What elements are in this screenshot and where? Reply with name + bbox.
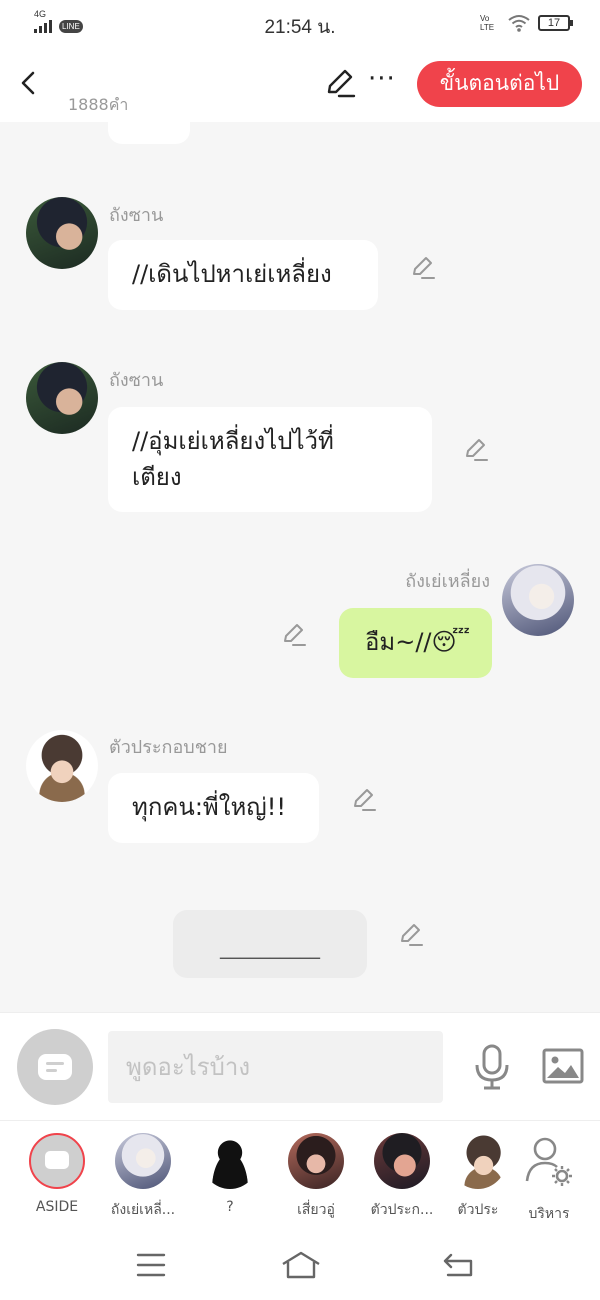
message-bubble[interactable]: //อุ่มเย่เหลี่ยงไปไว้ที่ เตียง — [108, 407, 432, 512]
back-icon[interactable] — [442, 1252, 474, 1278]
chat-area[interactable]: ถังซาน //เดินไปหาเย่เหลี่ยง ถังซาน //อุ่… — [0, 122, 600, 1012]
volte-label: Vo LTE — [480, 14, 495, 32]
message-bubble[interactable]: ทุกคน:พี่ใหญ่!! — [108, 773, 319, 843]
speaker-avatar[interactable] — [502, 564, 574, 636]
edit-message-icon[interactable] — [281, 622, 307, 648]
word-count: 1888คำ — [68, 95, 129, 114]
aside-toggle-button[interactable] — [17, 1029, 93, 1105]
status-icons: Vo LTE 17 — [480, 14, 573, 32]
edit-message-icon[interactable] — [463, 437, 489, 463]
role-label: ถังเย่เหลี่... — [110, 1202, 176, 1218]
composer — [0, 1012, 600, 1120]
system-nav-bar — [0, 1230, 600, 1300]
role-character[interactable]: ? — [188, 1133, 272, 1215]
image-picker-icon[interactable] — [542, 1047, 584, 1085]
role-character[interactable]: ถังเย่เหลี่... — [101, 1133, 185, 1221]
next-step-button[interactable]: ขั้นตอนต่อไป — [417, 61, 582, 107]
character-avatar — [374, 1133, 430, 1189]
speaker-avatar[interactable] — [26, 362, 98, 434]
role-label: ASIDE — [35, 1199, 79, 1215]
role-label: เสี่ยวอู่ — [297, 1202, 335, 1218]
role-label: ? — [226, 1199, 234, 1215]
role-character[interactable]: ตัวประก... — [360, 1133, 444, 1221]
message-text: //อุ่มเย่เหลี่ยงไปไว้ที่ — [132, 427, 334, 455]
aside-bubble-text: __________ — [220, 935, 320, 959]
manage-roles-button[interactable]: บริหาร — [507, 1133, 591, 1225]
edit-pencil-icon[interactable] — [324, 68, 356, 100]
character-avatar — [115, 1133, 171, 1189]
manage-user-gear-icon — [525, 1137, 572, 1186]
edit-message-icon[interactable] — [398, 922, 424, 948]
role-aside[interactable]: ASIDE — [15, 1133, 99, 1215]
aside-icon — [29, 1133, 85, 1189]
message-text: อืม~// — [365, 628, 432, 656]
back-arrow-icon[interactable] — [14, 68, 44, 98]
wifi-icon — [508, 15, 530, 32]
message-bubble[interactable]: //เดินไปหาเย่เหลี่ยง — [108, 240, 378, 310]
message-text: //เดินไปหาเย่เหลี่ยง — [132, 260, 332, 288]
speaker-avatar[interactable] — [26, 197, 98, 269]
menu-icon[interactable] — [136, 1252, 166, 1278]
edit-message-icon[interactable] — [410, 255, 436, 281]
message-bubble-self[interactable]: อืม~//😴 — [339, 608, 492, 678]
role-character[interactable]: เสี่ยวอู่ — [274, 1133, 358, 1221]
message-text: เตียง — [132, 463, 182, 491]
status-bar: 4G LINE 21:54 น. Vo LTE 17 — [0, 0, 600, 48]
role-label: ตัวประก... — [370, 1202, 434, 1218]
role-label: บริหาร — [528, 1206, 570, 1222]
aside-icon — [38, 1054, 72, 1080]
silhouette-avatar — [202, 1133, 258, 1189]
character-avatar — [450, 1133, 506, 1189]
speaker-name: ตัวประกอบชาย — [109, 737, 228, 758]
more-options-icon[interactable]: ··· — [368, 64, 396, 94]
character-avatar — [288, 1133, 344, 1189]
character-selector: ASIDE ถังเย่เหลี่... ? เสี่ยวอู่ ตัวประก… — [0, 1120, 600, 1230]
microphone-icon[interactable] — [472, 1043, 512, 1091]
speaker-avatar[interactable] — [26, 730, 98, 802]
message-input[interactable] — [108, 1031, 443, 1103]
message-text: ทุกคน:พี่ใหญ่!! — [132, 793, 286, 821]
aside-bubble[interactable]: __________ — [173, 910, 367, 978]
message-bubble-partial — [108, 122, 190, 144]
speaker-name: ถังเย่เหลี่ยง — [405, 571, 490, 592]
battery-icon: 17 — [538, 15, 573, 31]
home-icon[interactable] — [280, 1250, 322, 1280]
speaker-name: ถังซาน — [109, 370, 164, 391]
edit-message-icon[interactable] — [351, 787, 377, 813]
speaker-name: ถังซาน — [109, 205, 164, 226]
top-bar: 1888คำ ··· ขั้นตอนต่อไป — [0, 48, 600, 122]
sleepy-emoji-icon: 😴 — [431, 628, 471, 656]
